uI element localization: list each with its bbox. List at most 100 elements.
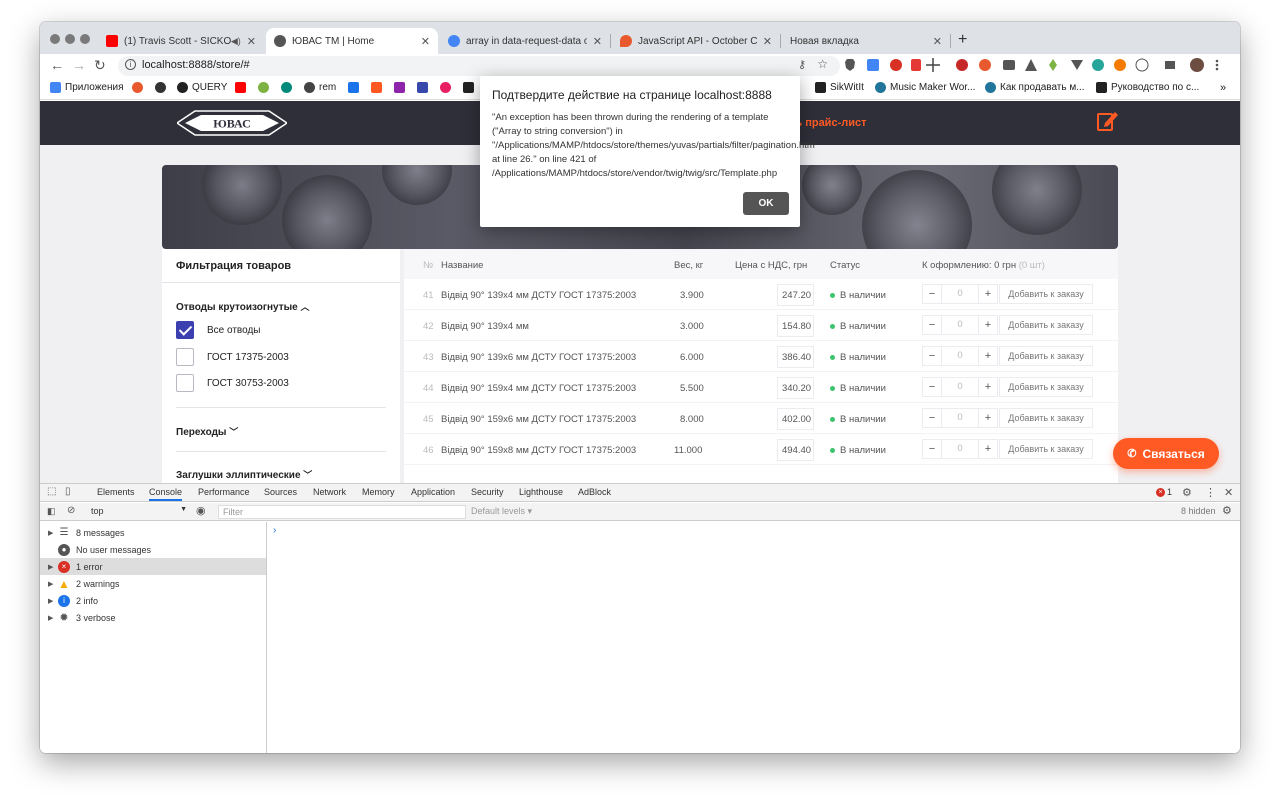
minus-button[interactable]: − [923,412,941,424]
plus-button[interactable]: + [979,350,997,362]
bookmark-apps[interactable]: Приложения [50,82,124,93]
tab-google-search[interactable]: array in data-request-data october ✕ [440,28,610,54]
console-prompt[interactable]: › [273,525,276,536]
key-icon[interactable]: ⚷ [798,58,806,71]
bookmark-github[interactable] [155,82,170,93]
bookmark-teal[interactable] [281,82,296,93]
edit-icon[interactable] [1095,109,1119,133]
minus-button[interactable]: − [923,443,941,455]
console-settings-gear-icon[interactable]: ⚙ [1222,504,1232,517]
bookmark-sell[interactable]: Как продавать м... [985,82,1085,93]
filter-group-caps[interactable]: Заглушки эллиптические ﹀ [176,468,312,481]
plus-button[interactable]: + [979,288,997,300]
bookmark-rem[interactable]: rem [304,82,336,93]
tab-console[interactable]: Console [149,487,183,501]
bookmark-purple[interactable] [394,82,409,93]
quantity-input[interactable]: 0 [941,378,979,396]
filter-option-gost-30753[interactable]: ГОСТ 30753-2003 [176,374,289,392]
close-icon[interactable]: ✕ [421,35,430,48]
checkbox[interactable] [176,374,194,392]
bookmark-dark[interactable] [463,82,478,93]
minimize-window-button[interactable] [65,34,75,44]
info-icon[interactable]: i [125,59,136,70]
tab-performance[interactable]: Performance [198,487,250,497]
tab-network[interactable]: Network [313,487,346,497]
tab-security[interactable]: Security [471,487,504,497]
tab-application[interactable]: Application [411,487,455,497]
product-name[interactable]: Відвід 90° 139х4 мм [441,321,529,332]
add-to-order-button[interactable]: Добавить к заказу [999,408,1093,428]
maximize-window-button[interactable] [80,34,90,44]
bookmark-pink[interactable] [440,82,455,93]
bookmark-sikwitit[interactable]: SikWitIt [815,82,864,93]
settings-gear-icon[interactable]: ⚙ [1182,486,1192,499]
plus-button[interactable]: + [979,319,997,331]
bookmark-october[interactable] [132,82,147,93]
device-toolbar-icon[interactable]: ▯ [65,486,71,497]
new-tab-button[interactable]: + [958,31,967,49]
console-filter-input[interactable]: Filter [218,505,466,519]
quantity-input[interactable]: 0 [941,285,979,303]
quantity-stepper[interactable]: −0 + [922,408,998,428]
speaker-icon[interactable]: ◀) [231,36,241,47]
filter-option-gost-17375[interactable]: ГОСТ 17375-2003 [176,348,289,366]
bookmark-blue[interactable] [348,82,363,93]
sidebar-item-verbose[interactable]: ▶ ✹ 3 verbose [40,609,266,626]
minus-button[interactable]: − [923,381,941,393]
tab-new[interactable]: Новая вкладка ✕ [782,28,950,54]
checkbox[interactable] [176,348,194,366]
eye-icon[interactable]: ◉ [196,504,206,517]
sidebar-item-info[interactable]: ▶ i 2 info [40,592,266,609]
inspect-icon[interactable]: ⬚ [47,486,56,497]
tab-memory[interactable]: Memory [362,487,395,497]
price-list-link[interactable]: ть прайс-лист [790,117,866,129]
tab-october-cms[interactable]: JavaScript API - October CMS ✕ [612,28,780,54]
contact-button[interactable]: ✆ Связаться [1113,438,1219,469]
product-name[interactable]: Відвід 90° 139х4 мм ДСТУ ГОСТ 17375:2003 [441,290,636,301]
close-window-button[interactable] [50,34,60,44]
sidebar-item-warnings[interactable]: ▶ ▲ 2 warnings [40,575,266,592]
product-name[interactable]: Відвід 90° 139х6 мм ДСТУ ГОСТ 17375:2003 [441,352,636,363]
quantity-input[interactable]: 0 [941,347,979,365]
minus-button[interactable]: − [923,319,941,331]
bookmark-youtube[interactable] [235,82,250,93]
tab-adblock[interactable]: AdBlock [578,487,611,497]
extension-icons[interactable] [845,58,1219,72]
reload-button[interactable]: ↻ [94,57,106,74]
quantity-stepper[interactable]: −0 + [922,284,998,304]
sidebar-toggle-icon[interactable]: ◧ [47,506,56,517]
bookmark-soundcloud[interactable] [371,82,386,93]
checkbox-checked[interactable] [176,321,194,339]
add-to-order-button[interactable]: Добавить к заказу [999,439,1093,459]
quantity-input[interactable]: 0 [941,316,979,334]
filter-option-all[interactable]: Все отводы [176,321,261,339]
plus-button[interactable]: + [979,412,997,424]
plus-button[interactable]: + [979,381,997,393]
star-icon[interactable]: ☆ [817,57,828,71]
product-name[interactable]: Відвід 90° 159х6 мм ДСТУ ГОСТ 17375:2003 [441,414,636,425]
ok-button[interactable]: OK [743,192,789,215]
close-icon[interactable]: ✕ [933,35,942,48]
tab-lighthouse[interactable]: Lighthouse [519,487,563,497]
filter-group-transitions[interactable]: Переходы ﹀ [176,425,238,438]
quantity-stepper[interactable]: −0 + [922,377,998,397]
close-icon[interactable]: ✕ [247,35,256,48]
filter-group-elbows[interactable]: Отводы крутоизогнутые ︿ [176,300,310,313]
close-devtools-icon[interactable]: ✕ [1224,486,1233,499]
add-to-order-button[interactable]: Добавить к заказу [999,315,1093,335]
product-name[interactable]: Відвід 90° 159х4 мм ДСТУ ГОСТ 17375:2003 [441,383,636,394]
bookmark-musicmaker[interactable]: Music Maker Wor... [875,82,975,93]
tab-youtube[interactable]: (1) Travis Scott - SICKO MODE ◀) ✕ [98,28,264,54]
bookmarks-overflow-button[interactable]: » [1220,82,1226,94]
bookmark-green[interactable] [258,82,273,93]
add-to-order-button[interactable]: Добавить к заказу [999,284,1093,304]
forward-button[interactable]: → [72,57,86,73]
add-to-order-button[interactable]: Добавить к заказу [999,346,1093,366]
close-icon[interactable]: ✕ [593,35,602,48]
quantity-stepper[interactable]: −0 + [922,315,998,335]
site-logo[interactable]: ЮВАС [177,107,287,139]
tab-yuvas[interactable]: ЮВАС ТМ | Home ✕ [266,28,438,54]
error-count-badge[interactable]: × 1 [1156,487,1172,497]
context-selector[interactable]: top ▼ [91,506,187,516]
clear-console-icon[interactable]: ⊘ [67,505,75,516]
